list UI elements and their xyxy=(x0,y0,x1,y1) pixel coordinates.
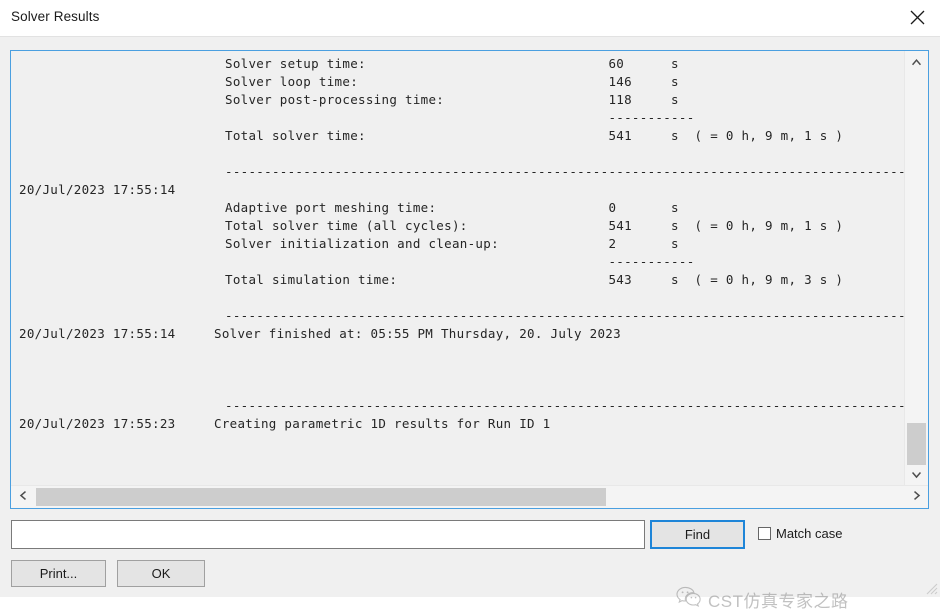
log-message: Solver setup time: 60 s xyxy=(225,56,679,71)
resize-grip[interactable] xyxy=(924,581,938,595)
ok-button[interactable]: OK xyxy=(117,560,205,587)
vertical-scrollbar[interactable] xyxy=(904,51,928,485)
chevron-up-icon xyxy=(911,53,922,71)
log-timestamp: 20/Jul/2023 17:55:14 xyxy=(19,182,176,197)
log-row: Solver post-processing time: 118 s xyxy=(11,91,904,109)
window-title: Solver Results xyxy=(11,9,100,24)
match-case-checkbox[interactable]: Match case xyxy=(758,526,842,541)
match-case-box[interactable] xyxy=(758,527,771,540)
close-icon xyxy=(910,10,925,25)
match-case-label: Match case xyxy=(776,526,843,541)
log-message: ----------------------------------------… xyxy=(225,308,904,323)
log-row: ----------- xyxy=(11,253,904,271)
chevron-left-icon xyxy=(19,488,27,506)
log-row: ----------------------------------------… xyxy=(11,163,904,181)
log-message: ----------- xyxy=(225,254,695,269)
log-message: Solver initialization and clean-up: 2 s xyxy=(225,236,679,251)
log-row: ----------------------------------------… xyxy=(11,307,904,325)
find-input[interactable] xyxy=(11,520,645,549)
find-button-label: Find xyxy=(684,527,711,542)
scroll-down-button[interactable] xyxy=(905,464,928,485)
log-row: Solver loop time: 146 s xyxy=(11,73,904,91)
log-row: Solver setup time: 60 s xyxy=(11,55,904,73)
log-row: 20/Jul/2023 17:55:14 Solver finished at: … xyxy=(11,325,904,343)
log-message: Total solver time (all cycles): 541 s ( … xyxy=(225,218,844,233)
log-row xyxy=(11,289,904,307)
log-row: Total solver time: 541 s ( = 0 h, 9 m, 1… xyxy=(11,127,904,145)
log-row: Total solver time (all cycles): 541 s ( … xyxy=(11,217,904,235)
chevron-down-icon xyxy=(911,466,922,484)
wechat-icon xyxy=(676,586,702,613)
vertical-scroll-track[interactable] xyxy=(907,72,926,464)
log-message: Solver post-processing time: 118 s xyxy=(225,92,679,107)
log-row xyxy=(11,343,904,361)
log-row xyxy=(11,379,904,397)
log-message: Solver loop time: 146 s xyxy=(225,74,679,89)
title-bar: Solver Results xyxy=(0,0,940,36)
find-button[interactable]: Find xyxy=(650,520,745,549)
log-row: 20/Jul/2023 17:55:14 xyxy=(11,181,904,199)
log-message: Total solver time: 541 s ( = 0 h, 9 m, 1… xyxy=(225,128,844,143)
dialog-body: Solver setup time: 60 s Solver loop time:… xyxy=(0,36,940,611)
log-row xyxy=(11,145,904,163)
solver-log-panel[interactable]: Solver setup time: 60 s Solver loop time:… xyxy=(10,50,929,509)
chevron-right-icon xyxy=(913,488,921,506)
log-row: 20/Jul/2023 17:55:23 Creating parametric … xyxy=(11,415,904,433)
log-message: ----------- xyxy=(225,110,695,125)
close-button[interactable] xyxy=(894,0,940,34)
horizontal-scroll-thumb[interactable] xyxy=(36,488,606,506)
solver-log-viewport[interactable]: Solver setup time: 60 s Solver loop time:… xyxy=(11,51,904,485)
scroll-right-button[interactable] xyxy=(905,486,928,508)
watermark: CST仿真专家之路 xyxy=(676,586,849,613)
log-row: Adaptive port meshing time: 0 s xyxy=(11,199,904,217)
log-message: ----------------------------------------… xyxy=(225,398,904,413)
horizontal-scrollbar[interactable] xyxy=(11,485,928,508)
log-message: Total simulation time: 543 s ( = 0 h, 9 … xyxy=(225,272,844,287)
log-message: Creating parametric 1D results for Run I… xyxy=(214,416,551,431)
print-button[interactable]: Print... xyxy=(11,560,106,587)
watermark-text: CST仿真专家之路 xyxy=(708,592,849,611)
log-row: ----------------------------------------… xyxy=(11,397,904,415)
solver-log-text: Solver setup time: 60 s Solver loop time:… xyxy=(11,55,904,485)
log-message: ----------------------------------------… xyxy=(225,164,904,179)
log-message: Solver finished at: 05:55 PM Thursday, 2… xyxy=(214,326,621,341)
log-row xyxy=(11,469,904,485)
scroll-left-button[interactable] xyxy=(11,486,34,508)
log-row xyxy=(11,361,904,379)
log-row: Total simulation time: 543 s ( = 0 h, 9 … xyxy=(11,271,904,289)
log-row xyxy=(11,451,904,469)
vertical-scroll-thumb[interactable] xyxy=(907,423,926,465)
log-row: Solver initialization and clean-up: 2 s xyxy=(11,235,904,253)
log-row: ----------- xyxy=(11,109,904,127)
scroll-up-button[interactable] xyxy=(905,51,928,72)
log-timestamp: 20/Jul/2023 17:55:23 xyxy=(19,416,176,431)
log-timestamp: 20/Jul/2023 17:55:14 xyxy=(19,326,176,341)
ok-button-label: OK xyxy=(151,566,171,581)
print-button-label: Print... xyxy=(39,566,78,581)
log-message: Adaptive port meshing time: 0 s xyxy=(225,200,679,215)
log-row xyxy=(11,433,904,451)
